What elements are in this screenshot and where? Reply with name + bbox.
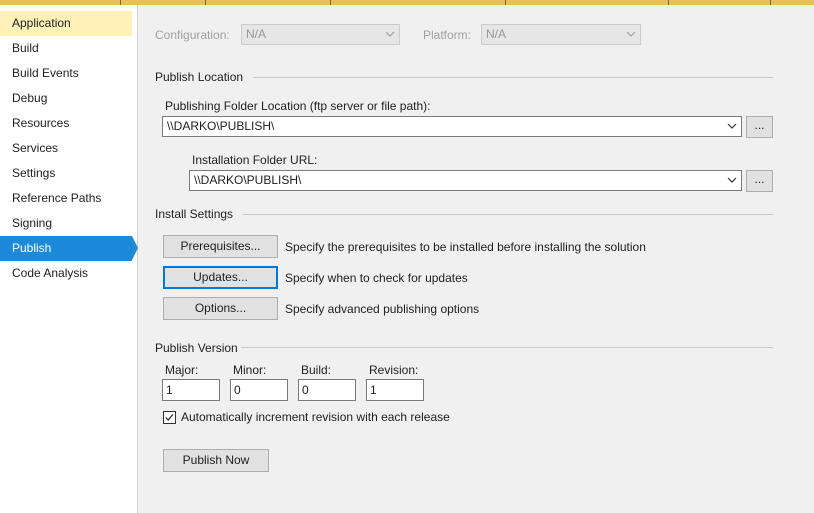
updates-button[interactable]: Updates... [163,266,278,289]
publishing-folder-combo[interactable]: \\DARKO\PUBLISH\ [162,116,742,137]
sidebar-item-services[interactable]: Services [0,136,132,161]
publish-location-heading: Publish Location [155,70,244,84]
minor-input[interactable]: 0 [230,379,288,401]
major-label: Major: [165,363,199,377]
chevron-down-icon [727,177,737,183]
auto-increment-label: Automatically increment revision with ea… [181,410,450,424]
configuration-value: N/A [246,27,267,41]
section-divider [253,77,773,78]
build-label: Build: [301,363,332,377]
build-input[interactable]: 0 [298,379,356,401]
sidebar-item-publish[interactable]: Publish [0,236,138,261]
sidebar-item-signing[interactable]: Signing [0,211,132,236]
publishing-folder-value: \\DARKO\PUBLISH\ [167,119,275,133]
installation-url-value: \\DARKO\PUBLISH\ [194,173,302,187]
browse-folder-button[interactable]: ... [746,116,773,138]
prerequisites-button[interactable]: Prerequisites... [163,235,278,258]
minor-label: Minor: [233,363,267,377]
sidebar-item-resources[interactable]: Resources [0,111,132,136]
configuration-combo[interactable]: N/A [241,24,400,45]
install-settings-heading: Install Settings [155,207,234,221]
publish-version-heading: Publish Version [155,341,238,355]
platform-value: N/A [486,27,507,41]
sidebar-item-debug[interactable]: Debug [0,86,132,111]
prerequisites-description: Specify the prerequisites to be installe… [285,240,646,254]
browse-install-url-button[interactable]: ... [746,170,773,192]
checkmark-icon [165,414,174,421]
auto-increment-checkbox[interactable] [163,411,176,424]
sidebar-item-settings[interactable]: Settings [0,161,132,186]
publish-page: Configuration: N/A Platform: N/A Publish… [138,5,814,513]
configuration-label: Configuration: [155,28,230,42]
updates-description: Specify when to check for updates [285,271,468,285]
sidebar-item-build-events[interactable]: Build Events [0,61,132,86]
sidebar-item-build[interactable]: Build [0,36,132,61]
chevron-down-icon [727,123,737,129]
installation-url-label: Installation Folder URL: [192,153,318,167]
options-button[interactable]: Options... [163,297,278,320]
revision-input[interactable]: 1 [366,379,424,401]
installation-url-combo[interactable]: \\DARKO\PUBLISH\ [189,170,742,191]
major-input[interactable]: 1 [162,379,220,401]
chevron-down-icon [626,31,636,37]
sidebar-item-reference-paths[interactable]: Reference Paths [0,186,132,211]
platform-label: Platform: [423,28,472,42]
section-divider [243,214,773,215]
chevron-down-icon [385,31,395,37]
sidebar-item-code-analysis[interactable]: Code Analysis [0,261,132,286]
publish-now-button[interactable]: Publish Now [163,449,269,472]
platform-combo[interactable]: N/A [481,24,641,45]
options-description: Specify advanced publishing options [285,302,480,316]
publishing-folder-label: Publishing Folder Location (ftp server o… [165,99,431,113]
property-pages-sidebar: Application Build Build Events Debug Res… [0,5,138,513]
sidebar-item-application[interactable]: Application [0,11,132,36]
section-divider [241,347,773,348]
revision-label: Revision: [369,363,419,377]
